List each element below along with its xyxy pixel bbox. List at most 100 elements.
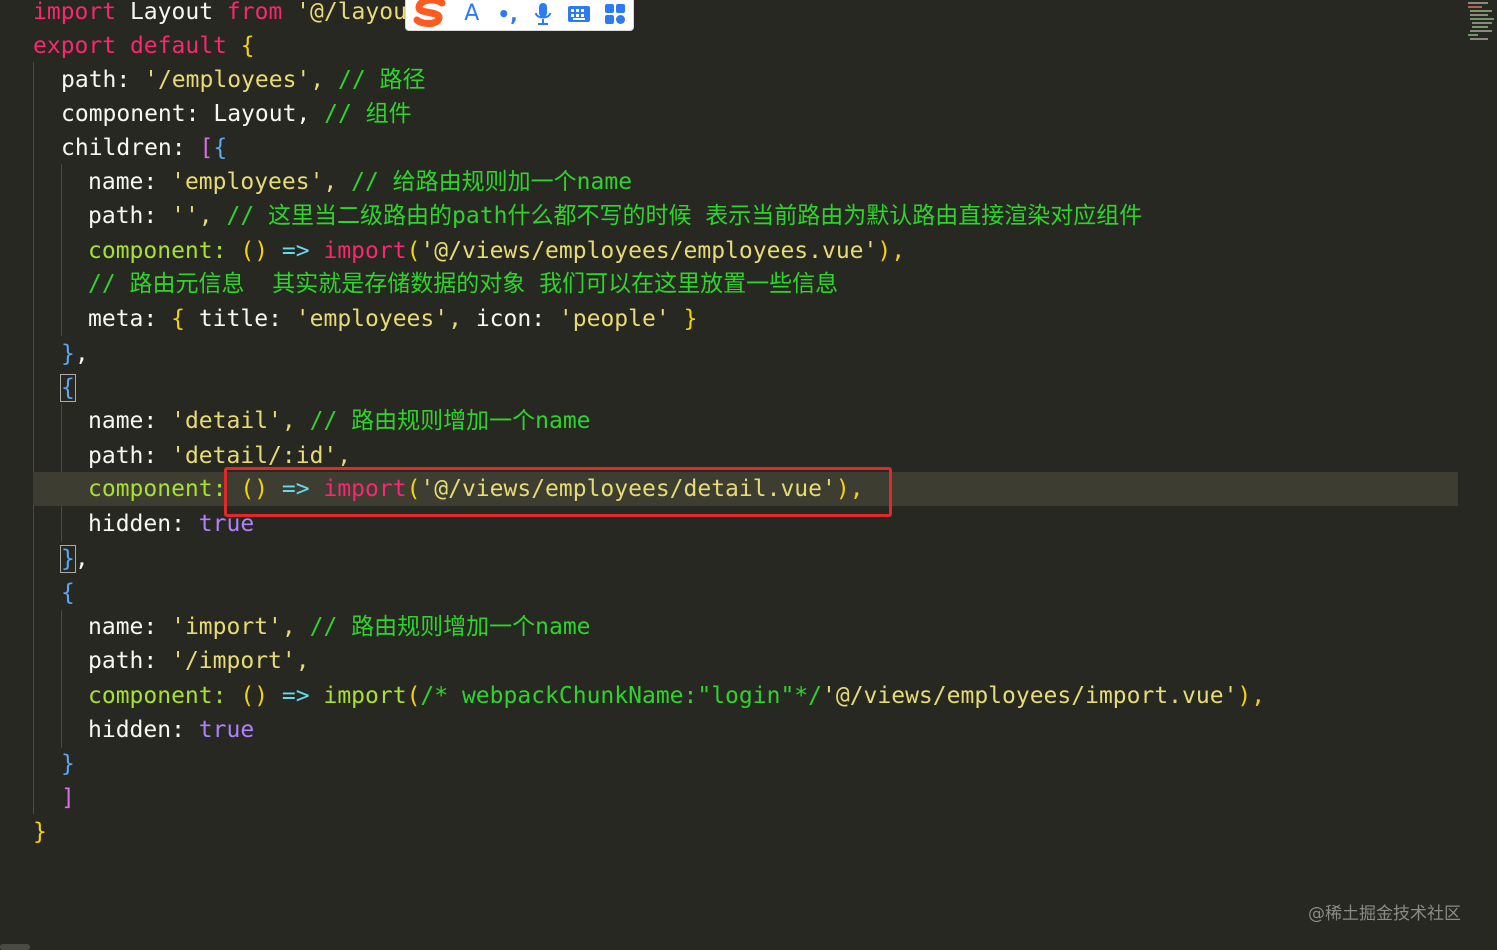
code-line-7[interactable]: path: '', // 这里当二级路由的path什么都不写的时候 表示当前路由… (88, 199, 1142, 233)
code-line-1[interactable]: import Layout from '@/layou (33, 0, 407, 29)
keyboard-icon[interactable] (561, 0, 597, 29)
comma: , (74, 546, 89, 572)
code-editor[interactable]: import Layout from '@/layou export defau… (0, 0, 1497, 950)
code-line-3[interactable]: path: '/employees', // 路径 (61, 63, 426, 97)
string-literal: 'detail', (171, 408, 296, 434)
watermark: @稀土掘金技术社区 (1308, 904, 1461, 924)
microphone-icon[interactable] (525, 0, 561, 29)
code-line-19[interactable]: name: 'import', // 路由规则增加一个name (88, 610, 591, 644)
code-line-5[interactable]: children: [{ (61, 131, 227, 165)
comment: // 路径 (337, 67, 426, 93)
brace: } (60, 545, 76, 573)
string-literal: 'people' (558, 306, 670, 332)
brace: } (61, 751, 75, 777)
code-line-20[interactable]: path: '/import', (88, 644, 310, 678)
property-key: component: (88, 238, 227, 264)
string-literal: 'employees', (171, 169, 338, 195)
property-key: name: (88, 614, 158, 640)
identifier: Layout (129, 0, 214, 25)
string-literal: '@/views/employees/import.vue' (822, 683, 1238, 709)
property-key: icon: (475, 306, 546, 332)
identifier: Layout, (213, 101, 311, 127)
string-literal: '@/layou (296, 0, 407, 25)
comment: // 这里当二级路由的path什么都不写的时候 表示当前路由为默认路由直接渲染对… (226, 203, 1143, 229)
brace: { (213, 135, 228, 161)
comment: // 给路由规则加一个name (351, 169, 633, 195)
property-key: path: (61, 67, 131, 93)
property-key: name: (88, 408, 158, 434)
indent-guide (61, 164, 62, 336)
bracket: [ (199, 135, 214, 161)
punctuation-icon[interactable]: •, (490, 0, 526, 29)
code-line-23[interactable]: } (61, 747, 75, 781)
indent-guide (61, 610, 62, 748)
font-label: A (464, 1, 480, 26)
indent-guide (33, 62, 34, 814)
code-line-21[interactable]: component: () => import(/* webpackChunkN… (88, 679, 1265, 713)
brace: { (60, 374, 76, 402)
code-line-6[interactable]: name: 'employees', // 给路由规则加一个name (88, 165, 632, 199)
brace: } (61, 341, 75, 367)
code-line-11[interactable]: }, (61, 337, 89, 371)
property-key: meta: (88, 306, 158, 332)
minimap[interactable] (1462, 0, 1497, 45)
import-function: import (323, 683, 407, 709)
code-line-4[interactable]: component: Layout, // 组件 (61, 97, 412, 131)
property-key: component: (88, 476, 227, 502)
bracket: ] (61, 785, 75, 811)
comma: , (74, 341, 89, 367)
code-line-25[interactable]: } (33, 815, 47, 849)
paren: ( (406, 238, 421, 264)
boolean-literal: true (198, 717, 255, 743)
code-line-22[interactable]: hidden: true (88, 713, 254, 747)
arrow-operator: => (281, 683, 310, 709)
code-line-24[interactable]: ] (61, 781, 75, 815)
string-literal: 'import', (171, 614, 296, 640)
font-icon[interactable]: A (454, 0, 490, 29)
paren: ( (406, 683, 421, 709)
code-line-12[interactable]: { (60, 371, 76, 405)
string-literal: '', (171, 203, 213, 229)
paren: ), (1237, 683, 1266, 709)
brace: { (61, 580, 75, 606)
comment: /* webpackChunkName:"login"*/ (420, 683, 822, 709)
property-key: title: (198, 306, 282, 332)
code-line-9[interactable]: // 路由元信息 其实就是存储数据的对象 我们可以在这里放置一些信息 (88, 267, 838, 301)
parens: () (240, 238, 269, 264)
keyword: default (129, 33, 227, 59)
property-key: children: (61, 135, 186, 161)
brace: { (240, 33, 255, 59)
code-line-13[interactable]: name: 'detail', // 路由规则增加一个name (88, 404, 591, 438)
paren: ), (877, 238, 906, 264)
code-line-10[interactable]: meta: { title: 'employees', icon: 'peopl… (88, 302, 697, 336)
property-key: component: (88, 683, 227, 709)
property-key: name: (88, 169, 158, 195)
property-key: path: (88, 203, 158, 229)
string-literal: '@/views/employees/employees.vue' (420, 238, 878, 264)
sogou-logo-icon[interactable] (410, 0, 454, 29)
property-key: hidden: (88, 511, 185, 537)
highlight-box (224, 467, 892, 517)
property-key: path: (88, 648, 158, 674)
horizontal-scrollbar[interactable] (0, 944, 30, 950)
code-line-17[interactable]: }, (60, 542, 89, 576)
parens: () (240, 683, 269, 709)
code-line-8[interactable]: component: () => import('@/views/employe… (88, 234, 905, 268)
comment: // 组件 (324, 101, 412, 127)
string-literal: '/import', (171, 648, 310, 674)
property-key: component: (61, 101, 200, 127)
brace: } (683, 306, 698, 332)
property-key: path: (88, 443, 158, 469)
comment: // 路由元信息 其实就是存储数据的对象 我们可以在这里放置一些信息 (88, 271, 839, 297)
ime-toolbar[interactable]: A •, (405, 0, 634, 31)
string-literal: '/employees', (144, 67, 325, 93)
keyword: from (226, 0, 283, 25)
code-line-18[interactable]: { (61, 576, 75, 610)
punctuation-label: •, (497, 1, 518, 26)
keyword: import (33, 0, 117, 25)
comment: // 路由规则增加一个name (309, 408, 591, 434)
arrow-operator: => (281, 238, 310, 264)
import-function: import (323, 238, 407, 264)
code-line-2[interactable]: export default { (33, 29, 255, 63)
toolbox-icon[interactable] (597, 0, 633, 29)
